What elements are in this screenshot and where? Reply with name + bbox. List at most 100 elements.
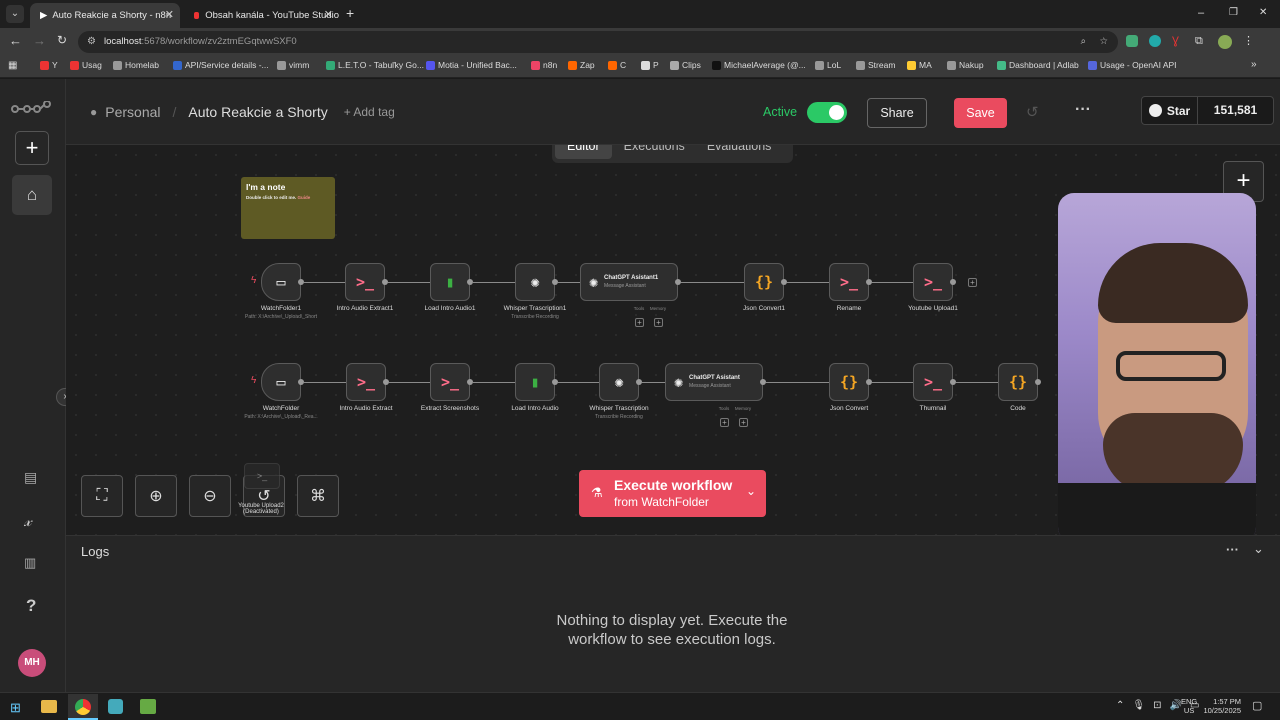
- collapse-logs-icon[interactable]: ⌄: [1253, 541, 1264, 557]
- tab-editor[interactable]: Editor: [555, 145, 612, 159]
- bookmark-item[interactable]: vimm: [277, 60, 309, 70]
- close-window-button[interactable]: ✕: [1259, 7, 1267, 18]
- workflow-node[interactable]: {}: [998, 363, 1038, 401]
- restore-button[interactable]: ❐: [1229, 7, 1238, 18]
- tab-list-button[interactable]: ⌄: [6, 5, 24, 23]
- windows-start-icon[interactable]: ⊞: [10, 700, 21, 716]
- deactivated-node[interactable]: >_: [244, 463, 280, 489]
- bookmark-item[interactable]: C: [608, 60, 626, 70]
- bookmark-item[interactable]: LoL: [815, 60, 841, 70]
- bookmark-item[interactable]: Nakup: [947, 60, 984, 70]
- bookmark-item[interactable]: Usag: [70, 60, 102, 70]
- chrome-icon[interactable]: [68, 694, 98, 720]
- add-subnode-button[interactable]: +: [720, 418, 729, 427]
- add-subnode-button[interactable]: +: [654, 318, 663, 327]
- puzzle-icon[interactable]: ⧉: [1195, 35, 1207, 47]
- workflow-node[interactable]: >_: [430, 363, 470, 401]
- taskbar-app-icon[interactable]: [108, 699, 123, 714]
- zoom-out-button[interactable]: ⊖: [189, 475, 231, 517]
- bookmark-item[interactable]: Y: [40, 60, 58, 70]
- note-guide-link[interactable]: Guide: [298, 195, 311, 200]
- n8n-logo-icon[interactable]: [11, 100, 51, 117]
- sticky-note[interactable]: I'm a note Double click to edit me. Guid…: [241, 177, 335, 239]
- more-bookmarks-icon[interactable]: »: [1251, 59, 1257, 70]
- workflow-node[interactable]: >_: [913, 263, 953, 301]
- workflow-node[interactable]: ✺ ChatGPT Asistant Message Assistant: [665, 363, 763, 401]
- bookmark-item[interactable]: MA: [907, 60, 932, 70]
- tidy-up-button[interactable]: ⌘: [297, 475, 339, 517]
- back-icon[interactable]: ←: [9, 33, 22, 48]
- file-explorer-icon[interactable]: [41, 700, 57, 713]
- workflow-node[interactable]: >_: [913, 363, 953, 401]
- history-icon[interactable]: ↺: [1026, 103, 1039, 121]
- bookmark-item[interactable]: Motia - Unified Bac...: [426, 60, 517, 70]
- logs-more-icon[interactable]: ···: [1226, 542, 1239, 557]
- menu-kebab-icon[interactable]: ⋮: [1243, 35, 1254, 49]
- workflow-node[interactable]: ✺ ChatGPT Asistant1 Message Assistant: [580, 263, 678, 301]
- bookmark-item[interactable]: P: [641, 60, 659, 70]
- github-star-button[interactable]: Star 151,581: [1141, 96, 1274, 125]
- workflow-node[interactable]: ▮: [515, 363, 555, 401]
- workflow-node[interactable]: ✺: [515, 263, 555, 301]
- workflow-node[interactable]: >_: [345, 263, 385, 301]
- add-subnode-button[interactable]: +: [635, 318, 644, 327]
- extension-icon[interactable]: [1149, 35, 1161, 47]
- execute-workflow-button[interactable]: ⚗ Execute workflow from WatchFolder ⌄: [579, 470, 766, 517]
- bookmark-star-icon[interactable]: ☆: [1099, 31, 1108, 53]
- output-handle[interactable]: [950, 279, 956, 285]
- bookmark-item[interactable]: Homelab: [113, 60, 159, 70]
- bookmark-item[interactable]: L.E.T.O - Tabuľky Go...: [326, 60, 424, 70]
- language-indicator[interactable]: ENG US: [1181, 697, 1197, 715]
- bookmark-item[interactable]: Usage - OpenAI API: [1088, 60, 1177, 70]
- new-tab-button[interactable]: +: [346, 5, 354, 21]
- zoom-icon[interactable]: ⌕: [1081, 31, 1086, 53]
- close-tab-icon[interactable]: ✕: [324, 8, 333, 21]
- bookmark-item[interactable]: Zap: [568, 60, 595, 70]
- close-tab-icon[interactable]: ✕: [165, 8, 174, 21]
- workflow-node[interactable]: ✺: [599, 363, 639, 401]
- minimize-button[interactable]: –: [1198, 7, 1204, 19]
- clock[interactable]: 1:57 PM 10/25/2025: [1203, 697, 1241, 715]
- apps-grid-icon[interactable]: ▦: [8, 60, 17, 71]
- workflow-node[interactable]: ▮: [430, 263, 470, 301]
- bookmark-item[interactable]: Stream: [856, 60, 895, 70]
- bookmark-item[interactable]: API/Service details -...: [173, 60, 269, 70]
- chevron-down-icon[interactable]: ⌄: [746, 484, 756, 498]
- extension-icon[interactable]: [1126, 35, 1138, 47]
- bookmark-item[interactable]: Clips: [670, 60, 701, 70]
- add-subnode-button[interactable]: +: [739, 418, 748, 427]
- workflow-node[interactable]: >_: [829, 263, 869, 301]
- share-button[interactable]: Share: [867, 98, 927, 128]
- fit-view-button[interactable]: ⛶: [81, 475, 123, 517]
- insights-icon[interactable]: ▥: [24, 555, 36, 571]
- add-tag-button[interactable]: + Add tag: [344, 105, 395, 119]
- profile-avatar-icon[interactable]: [1218, 35, 1232, 49]
- workflow-node[interactable]: {}: [829, 363, 869, 401]
- save-button[interactable]: Save: [954, 98, 1007, 128]
- more-options-button[interactable]: ···: [1075, 101, 1091, 119]
- workflow-node[interactable]: ▭: [261, 363, 301, 401]
- notification-icon[interactable]: ▢: [1252, 699, 1262, 712]
- add-next-node-button[interactable]: +: [968, 278, 977, 287]
- templates-icon[interactable]: ▤: [24, 469, 37, 486]
- workflow-node[interactable]: >_: [346, 363, 386, 401]
- bookmark-item[interactable]: MichaelAverage (@...: [712, 60, 806, 70]
- help-icon[interactable]: ?: [26, 596, 36, 616]
- bookmark-item[interactable]: Dashboard | Adlab: [997, 60, 1079, 70]
- taskbar-app-icon[interactable]: [140, 699, 156, 714]
- workflow-node[interactable]: {}: [744, 263, 784, 301]
- tab-n8n-workflow[interactable]: ▶ Auto Reakcie a Shorty - n8n ✕: [30, 3, 180, 28]
- url-input[interactable]: ⚙ localhost:5678/workflow/zv2ztmEGqtwwSX…: [78, 31, 1118, 53]
- active-toggle[interactable]: [807, 102, 847, 123]
- workflow-node[interactable]: ▭: [261, 263, 301, 301]
- forward-icon[interactable]: →: [33, 33, 46, 48]
- extension-icon[interactable]: Ɣ: [1172, 35, 1184, 47]
- create-button[interactable]: +: [15, 131, 49, 165]
- avatar[interactable]: MH: [18, 649, 46, 677]
- output-handle[interactable]: [1035, 379, 1041, 385]
- tab-youtube-studio[interactable]: Obsah kanála - YouTube Studio ✕: [184, 3, 339, 28]
- reload-icon[interactable]: ↻: [57, 33, 67, 47]
- workflow-name[interactable]: Auto Reakcie a Shorty: [188, 104, 327, 120]
- project-link[interactable]: Personal: [105, 104, 160, 120]
- bookmark-item[interactable]: n8n: [531, 60, 557, 70]
